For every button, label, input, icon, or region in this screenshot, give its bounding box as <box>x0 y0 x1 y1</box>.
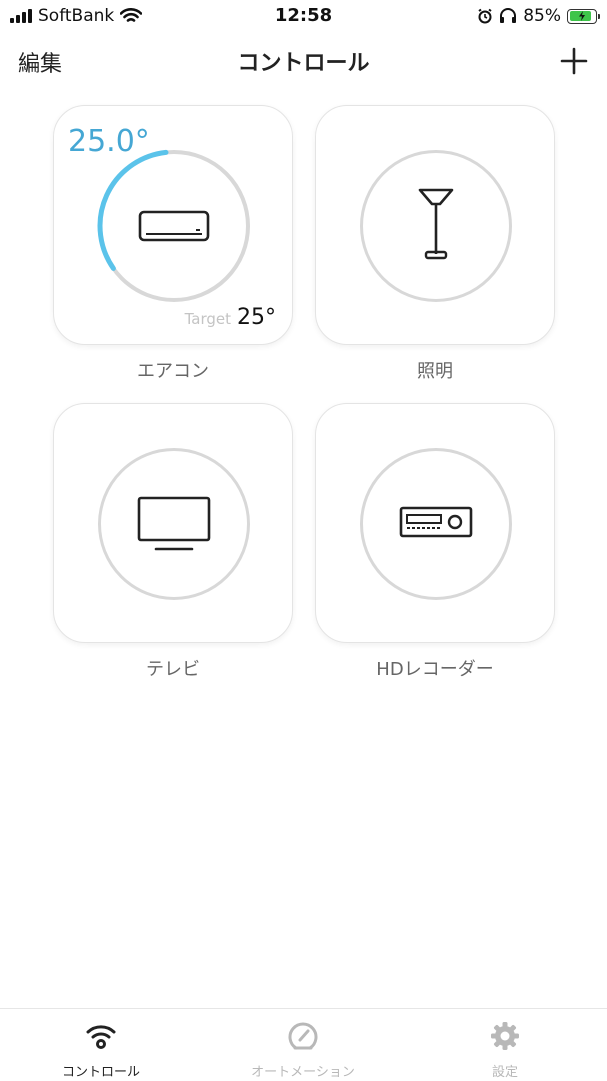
tab-control[interactable]: コントロール <box>0 1009 202 1081</box>
device-card-tv[interactable] <box>53 403 293 643</box>
edit-button[interactable]: 編集 <box>18 46 62 78</box>
air-conditioner-icon <box>138 210 210 242</box>
battery-fill <box>569 11 591 21</box>
gear-icon <box>491 1022 519 1050</box>
device-card-recorder[interactable] <box>315 403 555 643</box>
gauge-icon <box>288 1022 318 1050</box>
wifi-icon <box>86 1025 116 1049</box>
device-label-light: 照明 <box>417 361 453 382</box>
device-card-light[interactable] <box>315 105 555 345</box>
device-ring <box>98 448 250 600</box>
plus-icon[interactable] <box>559 46 589 76</box>
device-ring <box>360 150 512 302</box>
tv-icon <box>137 496 211 551</box>
device-label-recorder: HDレコーダー <box>376 659 494 680</box>
alarm-icon <box>478 8 492 24</box>
tab-label: 設定 <box>491 1065 518 1080</box>
target-label: Target <box>184 310 231 328</box>
tab-label: コントロール <box>61 1065 140 1080</box>
tab-label: オートメーション <box>251 1065 355 1080</box>
battery-icon <box>567 8 600 24</box>
device-ring <box>360 448 512 600</box>
status-bar: SoftBank 12:58 85% <box>0 0 607 34</box>
device-card-air-conditioner[interactable]: 25.0° Target 25° <box>53 105 293 345</box>
device-label-tv: テレビ <box>146 659 200 680</box>
battery-percent: 85% <box>523 6 561 26</box>
floor-lamp-icon <box>418 188 454 260</box>
headphones-icon <box>500 8 517 23</box>
target-value: 25° <box>237 305 276 330</box>
page-title: コントロール <box>237 51 370 76</box>
navigation-bar: 編集 コントロール <box>0 34 607 90</box>
device-label-air-conditioner: エアコン <box>137 361 209 382</box>
recorder-icon <box>399 506 473 538</box>
tab-automation[interactable]: オートメーション <box>202 1009 404 1081</box>
target-temperature: Target 25° <box>185 305 276 330</box>
tab-bar: コントロール オートメーション 設定 <box>0 1008 607 1080</box>
tab-settings[interactable]: 設定 <box>404 1009 606 1081</box>
status-right: 85% <box>477 6 600 26</box>
